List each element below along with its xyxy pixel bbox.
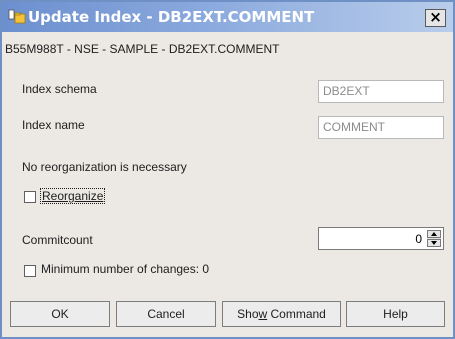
min-changes-label[interactable]: Minimum number of changes: 0 bbox=[41, 262, 209, 276]
index-name-label: Index name bbox=[22, 118, 85, 132]
reorganize-text: Reorganize bbox=[42, 189, 104, 203]
spinner-arrows-icon bbox=[427, 230, 441, 247]
object-path-label: B55M988T - NSE - SAMPLE - DB2EXT.COMMENT bbox=[5, 42, 280, 56]
commitcount-spinner[interactable]: 0 bbox=[318, 227, 444, 250]
title-bar[interactable]: Update Index - DB2EXT.COMMENT × bbox=[2, 2, 453, 32]
reorganize-label[interactable]: Reorganize bbox=[40, 188, 106, 204]
commitcount-label: Commitcount bbox=[22, 233, 93, 247]
spin-up-button[interactable] bbox=[427, 230, 441, 238]
ok-button[interactable]: OK bbox=[10, 301, 110, 327]
show-command-mnemonic: w bbox=[258, 307, 268, 321]
window-title: Update Index - DB2EXT.COMMENT bbox=[28, 8, 315, 26]
spin-down-button[interactable] bbox=[427, 239, 441, 247]
db2-folder-icon bbox=[8, 9, 26, 24]
update-index-dialog: Update Index - DB2EXT.COMMENT × B55M988T… bbox=[0, 0, 455, 339]
cancel-button[interactable]: Cancel bbox=[116, 301, 216, 327]
close-button[interactable]: × bbox=[425, 9, 446, 27]
close-icon: × bbox=[429, 8, 442, 26]
commitcount-value: 0 bbox=[415, 232, 422, 246]
show-command-button[interactable]: Show Command bbox=[222, 301, 341, 327]
show-command-text-pre: Sho bbox=[237, 307, 259, 321]
index-name-field: COMMENT bbox=[318, 116, 444, 139]
status-text: No reorganization is necessary bbox=[22, 160, 187, 174]
help-button[interactable]: Help bbox=[346, 301, 445, 327]
reorganize-checkbox[interactable] bbox=[24, 191, 36, 203]
index-schema-field: DB2EXT bbox=[318, 80, 444, 103]
index-schema-label: Index schema bbox=[22, 82, 97, 96]
show-command-text-post: Command bbox=[267, 307, 326, 321]
min-changes-checkbox[interactable] bbox=[24, 265, 36, 277]
